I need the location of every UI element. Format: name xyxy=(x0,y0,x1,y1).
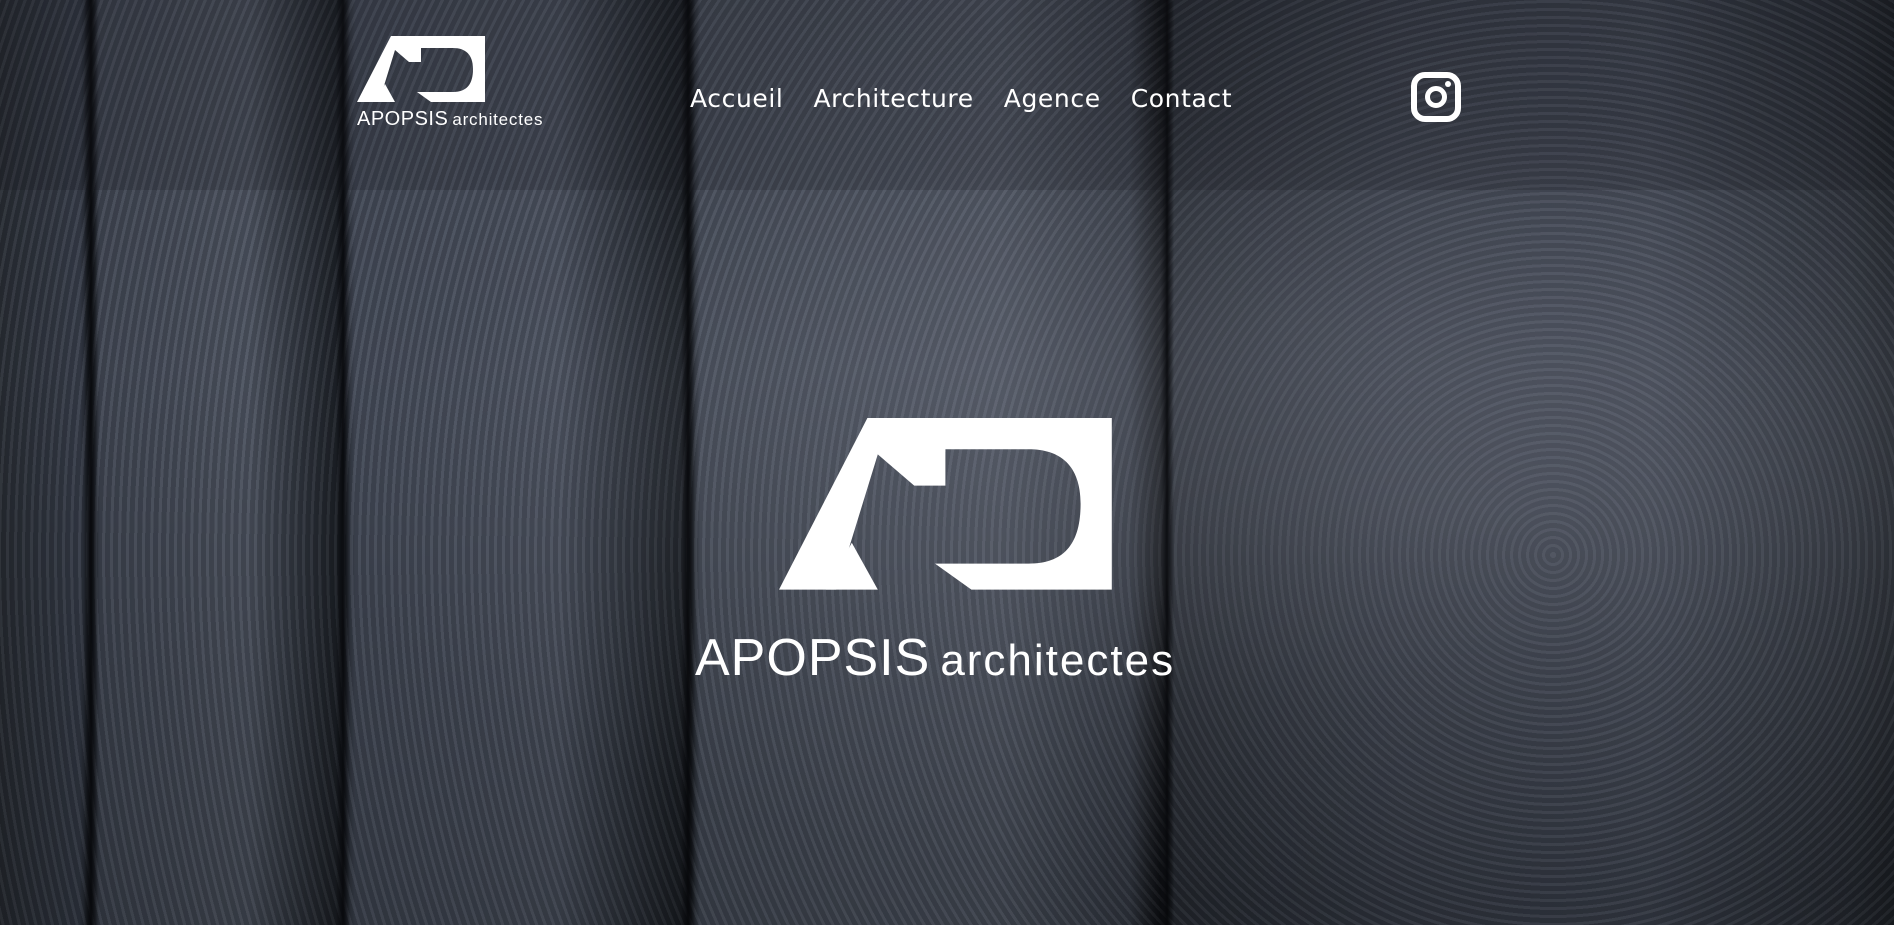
brand-subtitle: architectes xyxy=(452,110,544,129)
hero-brand-subtitle: architectes xyxy=(940,636,1176,685)
ad-monogram-icon-large xyxy=(779,418,1112,590)
instagram-dot xyxy=(1445,81,1451,87)
nav-item-accueil[interactable]: Accueil xyxy=(690,84,783,113)
main-nav: Accueil Architecture Agence Contact xyxy=(690,84,1232,113)
site-header: APOPSIS architectes Accueil Architecture … xyxy=(0,0,1894,190)
instagram-icon[interactable] xyxy=(1411,72,1461,122)
hero-wordmark: APOPSIS architectes xyxy=(695,628,1175,688)
instagram-lens xyxy=(1425,86,1447,108)
hero-logo: APOPSIS architectes xyxy=(695,418,1205,687)
site-logo[interactable]: APOPSIS architectes xyxy=(357,36,543,132)
logo-wordmark: APOPSIS architectes xyxy=(357,108,543,131)
nav-item-architecture[interactable]: Architecture xyxy=(813,84,973,113)
nav-item-contact[interactable]: Contact xyxy=(1131,84,1232,113)
nav-item-agence[interactable]: Agence xyxy=(1004,84,1101,113)
hero-brand-name: APOPSIS xyxy=(695,629,931,687)
ad-monogram-icon xyxy=(357,36,485,102)
brand-name: APOPSIS xyxy=(357,108,449,130)
